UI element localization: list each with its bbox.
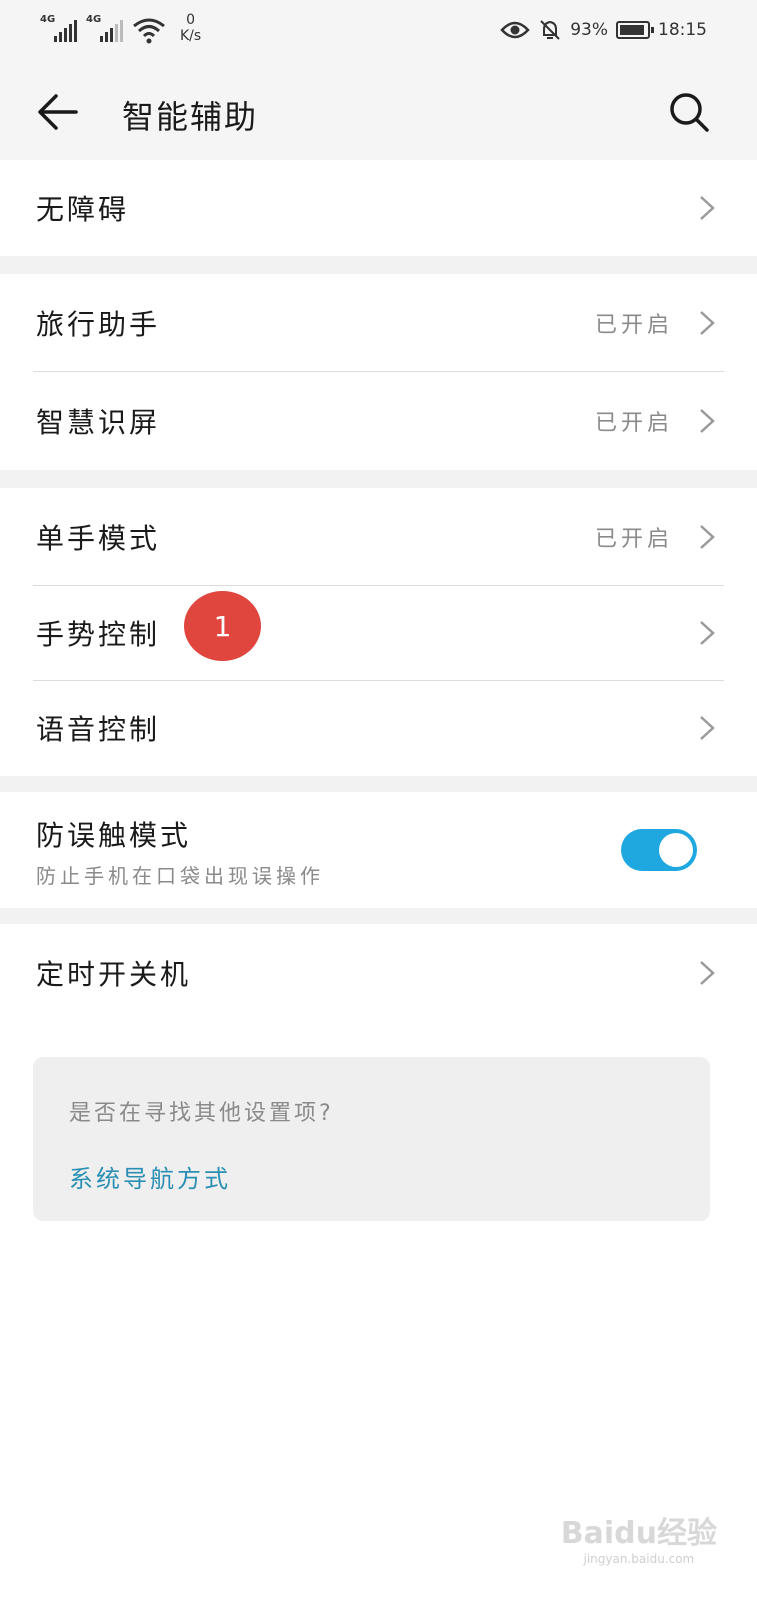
accessibility-label: 无障碍 <box>36 193 130 226</box>
chevron-right-icon <box>700 716 715 740</box>
signal-icon-2: 4G <box>86 12 124 44</box>
speed-value: 0 <box>186 12 196 28</box>
chevron-right-icon <box>700 621 715 645</box>
travel-assistant-status: 已开启 <box>594 312 673 338</box>
smart-screen-label: 智慧识屏 <box>36 406 161 439</box>
page-title: 智能辅助 <box>122 98 259 136</box>
clock: 18:15 <box>658 20 707 40</box>
voice-control-item[interactable]: 语音控制 <box>0 681 757 775</box>
chevron-right-icon <box>700 524 715 549</box>
chevron-right-icon <box>700 961 715 985</box>
voice-control-label: 语音控制 <box>36 713 161 746</box>
step-badge: 1 <box>184 591 261 661</box>
smart-screen-item[interactable]: 智慧识屏 已开启 <box>0 372 757 470</box>
chevron-right-icon <box>700 310 715 335</box>
section-controls: 单手模式 已开启 手势控制 语音控制 <box>0 488 757 775</box>
pocket-mode-label: 防误触模式 <box>36 819 192 852</box>
one-hand-mode-item[interactable]: 单手模式 已开启 <box>0 488 757 585</box>
watermark-brand: Baidu经验 <box>560 1516 717 1551</box>
back-arrow-icon[interactable] <box>36 90 80 134</box>
baidu-watermark: Baidu经验 jingyan.baidu.com <box>561 1508 717 1566</box>
accessibility-item[interactable]: 无障碍 <box>0 160 757 256</box>
smart-screen-status: 已开启 <box>594 411 673 436</box>
one-hand-mode-label: 单手模式 <box>36 521 161 555</box>
gesture-control-label: 手势控制 <box>36 618 161 651</box>
status-right: 93% 18:15 <box>500 18 707 42</box>
system-navigation-link[interactable]: 系统导航方式 <box>69 1159 231 1194</box>
battery-percent: 93% <box>570 20 608 40</box>
wifi-icon <box>133 18 165 44</box>
chevron-right-icon <box>700 196 715 220</box>
section-gap <box>0 470 757 488</box>
status-left: 4G 4G 0 K/s <box>40 12 201 46</box>
watermark-url: jingyan.baidu.com <box>583 1552 695 1566</box>
section-gap <box>0 908 757 924</box>
one-hand-mode-status: 已开启 <box>594 526 673 552</box>
pocket-mode-description: 防止手机在口袋出现误操作 <box>36 864 324 888</box>
section-pocket-mode: 防误触模式 防止手机在口袋出现误操作 <box>0 792 757 908</box>
suggestion-card: 是否在寻找其他设置项? 系统导航方式 <box>33 1057 710 1221</box>
travel-assistant-item[interactable]: 旅行助手 已开启 <box>0 274 757 371</box>
eye-icon <box>500 21 530 39</box>
section-assistants: 旅行助手 已开启 智慧识屏 已开启 <box>0 274 757 470</box>
suggestion-question: 是否在寻找其他设置项? <box>69 1101 334 1126</box>
battery-icon <box>616 21 654 39</box>
pocket-mode-item: 防误触模式 防止手机在口袋出现误操作 <box>0 792 757 908</box>
section-gap <box>0 256 757 274</box>
network-speed: 0 K/s <box>180 12 201 44</box>
network-type-1: 4G <box>40 14 56 25</box>
scheduled-power-item[interactable]: 定时开关机 <box>0 924 757 1022</box>
signal-icon: 4G <box>40 12 78 44</box>
section-gap <box>0 776 757 792</box>
chevron-right-icon <box>700 409 715 433</box>
pocket-mode-toggle[interactable] <box>621 829 697 871</box>
travel-assistant-label: 旅行助手 <box>36 307 161 341</box>
gesture-control-item[interactable]: 手势控制 <box>0 586 757 680</box>
section-accessibility: 无障碍 <box>0 160 757 256</box>
search-icon[interactable] <box>667 90 711 134</box>
bell-off-icon <box>540 20 560 40</box>
section-schedule: 定时开关机 <box>0 924 757 1022</box>
toggle-knob <box>659 833 693 867</box>
network-type-2: 4G <box>86 14 102 25</box>
scheduled-power-label: 定时开关机 <box>36 958 192 991</box>
status-bar: 4G 4G 0 K/s 93% 18:15 <box>0 0 757 64</box>
app-header: 智能辅助 <box>0 64 757 160</box>
speed-unit: K/s <box>180 28 202 44</box>
